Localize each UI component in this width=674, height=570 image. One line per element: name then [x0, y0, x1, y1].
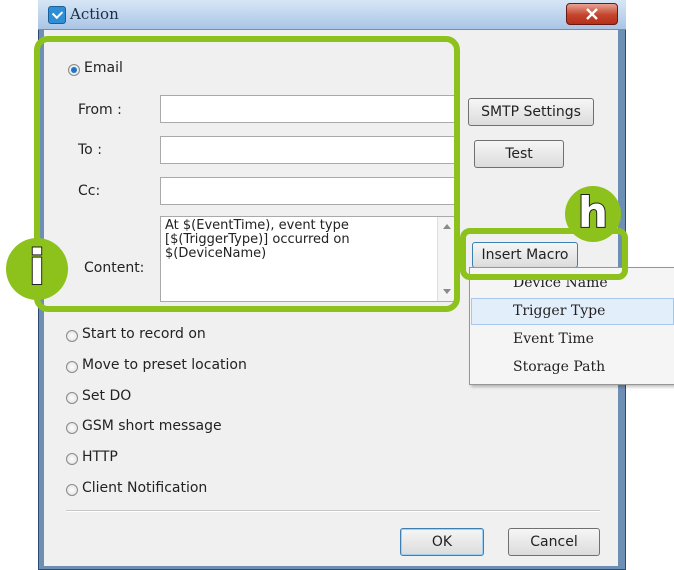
radio-button[interactable] — [66, 361, 78, 373]
option-label: Client Notification — [82, 480, 208, 496]
action-option-preset[interactable]: Move to preset location — [66, 357, 366, 377]
option-label: GSM short message — [82, 418, 222, 434]
test-button[interactable]: Test — [474, 140, 564, 168]
ok-button[interactable]: OK — [400, 528, 484, 556]
dialog-title: Action — [70, 5, 119, 23]
action-option-set-do[interactable]: Set DO — [66, 388, 366, 408]
radio-button[interactable] — [66, 392, 78, 404]
menu-item-event-time[interactable]: Event Time — [513, 331, 594, 347]
radio-button[interactable] — [66, 484, 78, 496]
option-label: Set DO — [82, 388, 132, 404]
smtp-settings-button[interactable]: SMTP Settings — [468, 98, 594, 126]
title-bar[interactable] — [38, 0, 626, 30]
app-check-icon — [48, 6, 66, 24]
macro-menu-items: Device Name Trigger Type Event Time Stor… — [469, 267, 674, 385]
separator — [66, 510, 600, 512]
callout-box-email — [34, 36, 460, 312]
menu-item-trigger-type[interactable]: Trigger Type — [513, 303, 605, 319]
badge-letter: i — [28, 239, 46, 297]
action-option-client-notification[interactable]: Client Notification — [66, 480, 366, 500]
callout-badge-h: h — [565, 186, 621, 242]
badge-letter: h — [577, 187, 609, 238]
radio-button[interactable] — [66, 330, 78, 342]
close-icon — [586, 8, 598, 20]
cancel-button[interactable]: Cancel — [508, 528, 600, 556]
radio-button[interactable] — [66, 453, 78, 465]
close-button[interactable] — [566, 3, 618, 25]
callout-badge-i: i — [6, 238, 68, 300]
radio-button[interactable] — [66, 422, 78, 434]
action-option-record[interactable]: Start to record on — [66, 326, 366, 346]
option-label: Start to record on — [82, 326, 206, 342]
action-option-http[interactable]: HTTP — [66, 449, 366, 469]
action-option-gsm[interactable]: GSM short message — [66, 418, 366, 438]
option-label: HTTP — [82, 449, 118, 465]
option-label: Move to preset location — [82, 357, 247, 373]
menu-item-storage-path[interactable]: Storage Path — [513, 359, 605, 375]
